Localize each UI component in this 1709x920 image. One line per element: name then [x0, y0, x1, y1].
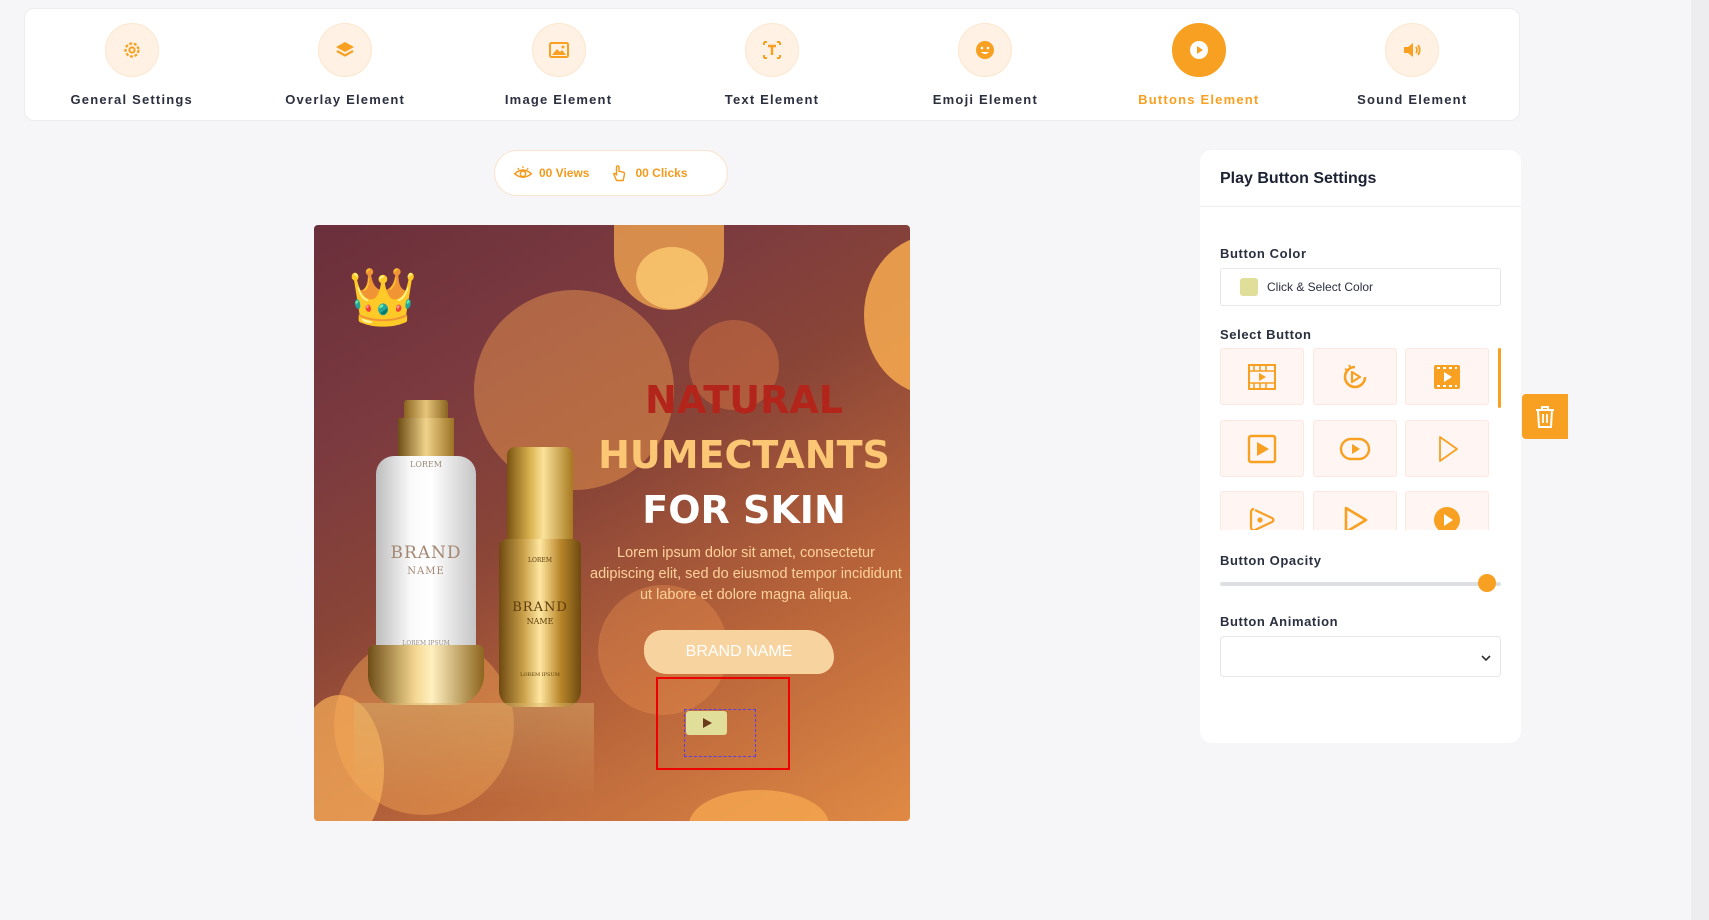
button-style-option[interactable] — [1405, 348, 1489, 405]
button-style-option[interactable] — [1405, 420, 1489, 477]
text-icon — [744, 23, 799, 77]
element-toolbar: General Settings Overlay Element Image E… — [24, 8, 1520, 121]
gear-icon — [104, 23, 159, 77]
ad-canvas[interactable]: 👑 LOREM BRAND NAME LOREM IPSUM LOREM BRA… — [314, 225, 910, 821]
tab-label: Emoji Element — [932, 92, 1038, 107]
color-picker-placeholder: Click & Select Color — [1267, 280, 1374, 294]
layers-icon — [318, 23, 373, 77]
trash-icon — [1536, 405, 1554, 428]
button-style-option[interactable] — [1313, 420, 1397, 477]
headline-natural[interactable]: NATURAL — [584, 378, 904, 422]
tab-emoji-element[interactable]: Emoji Element — [879, 9, 1092, 120]
brand-name-banner[interactable]: BRAND NAME — [644, 630, 834, 674]
tab-label: Sound Element — [1357, 92, 1468, 107]
film-play-icon — [1248, 363, 1276, 390]
views-count: 00 Views — [539, 166, 590, 180]
gold-bottle-image: LOREM BRAND NAME LOREM IPSUM — [499, 447, 581, 707]
views-stat: 00 Views — [513, 163, 589, 183]
tab-image-element[interactable]: Image Element — [452, 9, 665, 120]
tab-sound-element[interactable]: Sound Element — [1306, 9, 1519, 120]
button-style-grid[interactable] — [1220, 348, 1500, 530]
bottle-top-text: LOREM — [528, 557, 552, 564]
button-style-option[interactable] — [1313, 491, 1397, 530]
bottle-brand-text: BRAND — [512, 600, 568, 615]
color-picker-field[interactable]: Click & Select Color — [1220, 268, 1501, 306]
body-text[interactable]: Lorem ipsum dolor sit amet, consectetur … — [588, 543, 904, 606]
animation-select[interactable] — [1220, 636, 1501, 677]
opacity-slider-thumb[interactable] — [1477, 574, 1496, 592]
tab-text-element[interactable]: Text Element — [665, 9, 878, 120]
image-icon — [531, 23, 586, 77]
headline-for-skin[interactable]: FOR SKIN — [584, 488, 904, 532]
page-scroll-gutter — [1691, 0, 1709, 920]
tab-label: Overlay Element — [285, 92, 406, 107]
bottle-bottom-text: LOREM IPSUM — [520, 672, 560, 678]
clicks-stat: 00 Clicks — [609, 163, 688, 183]
button-style-option[interactable] — [1405, 491, 1489, 530]
square-play-icon — [1247, 434, 1277, 463]
speaker-icon — [1385, 23, 1440, 77]
button-style-option[interactable] — [1220, 420, 1304, 477]
white-bottle-image: LOREM BRAND NAME LOREM IPSUM — [368, 400, 484, 705]
button-grid-scrollbar[interactable] — [1498, 348, 1501, 408]
smiley-icon — [958, 23, 1013, 77]
opacity-slider-track[interactable] — [1220, 582, 1501, 586]
button-style-option[interactable] — [1220, 348, 1304, 405]
replay-circle-icon — [1343, 363, 1367, 388]
dotted-play-icon — [1249, 507, 1275, 530]
outline-triangle-icon — [1439, 435, 1458, 462]
tab-label: Buttons Element — [1138, 92, 1260, 107]
play-button-settings-panel: Play Button Settings Button Color Click … — [1200, 150, 1521, 743]
bottle-bottom-text: LOREM IPSUM — [402, 640, 450, 647]
button-opacity-label: Button Opacity — [1220, 553, 1322, 568]
bottle-brand-text: BRAND — [390, 543, 462, 563]
play-circle-icon — [1171, 23, 1226, 77]
button-style-option[interactable] — [1313, 348, 1397, 405]
rounded-play-icon — [1339, 437, 1371, 460]
filmstrip-play-icon — [1434, 364, 1460, 389]
panel-title: Play Button Settings — [1220, 170, 1377, 187]
bokeh-circle — [864, 235, 910, 395]
filled-circle-play-icon — [1434, 506, 1460, 530]
stats-pill: 00 Views 00 Clicks — [494, 150, 728, 196]
tab-label: General Settings — [70, 92, 193, 107]
play-button[interactable] — [686, 711, 727, 735]
color-swatch — [1240, 278, 1258, 296]
chevron-down-icon — [1481, 655, 1491, 662]
divider — [1200, 206, 1521, 207]
bottle-reflection — [354, 703, 594, 803]
pointer-hand-icon — [613, 165, 626, 182]
tab-general-settings[interactable]: General Settings — [25, 9, 238, 120]
button-color-label: Button Color — [1220, 246, 1307, 261]
play-triangle-icon — [702, 718, 712, 728]
bottle-top-text: LOREM — [410, 460, 442, 469]
select-button-label: Select Button — [1220, 327, 1312, 342]
delete-element-button[interactable] — [1522, 394, 1568, 439]
button-animation-label: Button Animation — [1220, 614, 1339, 629]
clicks-count: 00 Clicks — [635, 166, 688, 180]
bokeh-circle — [636, 247, 708, 309]
crown-emoji[interactable]: 👑 — [348, 265, 418, 329]
bottle-name-text: NAME — [407, 566, 445, 577]
tab-buttons-element[interactable]: Buttons Element — [1092, 9, 1305, 120]
headline-humectants[interactable]: HUMECTANTS — [584, 433, 904, 477]
bokeh-circle — [689, 790, 829, 821]
tab-label: Image Element — [504, 92, 613, 107]
bottle-name-text: NAME — [526, 617, 554, 626]
tab-overlay-element[interactable]: Overlay Element — [238, 9, 451, 120]
triangle-play-icon — [1344, 506, 1368, 530]
button-style-option[interactable] — [1220, 491, 1304, 530]
tab-label: Text Element — [724, 92, 820, 107]
eye-icon — [513, 166, 533, 178]
